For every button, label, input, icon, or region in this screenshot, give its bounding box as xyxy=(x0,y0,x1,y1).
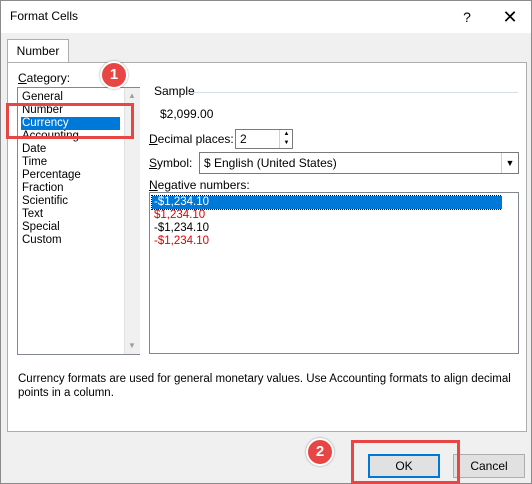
category-item-percentage[interactable]: Percentage xyxy=(21,169,120,182)
sample-value: $2,099.00 xyxy=(160,107,214,121)
cancel-button[interactable]: Cancel xyxy=(453,454,525,478)
negative-format-item[interactable]: $1,234.10 xyxy=(152,209,502,222)
spin-down-icon[interactable]: ▼ xyxy=(280,139,293,148)
currency-highlight-box xyxy=(6,103,134,139)
format-description: Currency formats are used for general mo… xyxy=(18,373,511,399)
category-item-special[interactable]: Special xyxy=(21,221,120,234)
symbol-value[interactable]: $ English (United States) xyxy=(204,156,337,170)
title-bar: Format Cells ? ✕ xyxy=(1,1,531,33)
decimal-places-spinner[interactable]: ▲ ▼ xyxy=(279,130,293,148)
format-cells-dialog: Format Cells ? ✕ Number Category: Genera… xyxy=(0,0,532,484)
scroll-down-icon[interactable]: ▼ xyxy=(128,341,136,350)
negative-format-item[interactable]: -$1,234.10 xyxy=(152,222,502,235)
negative-numbers-list[interactable]: -$1,234.10 $1,234.10 -$1,234.10 -$1,234.… xyxy=(149,192,519,354)
category-item-scientific[interactable]: Scientific xyxy=(21,195,120,208)
negative-numbers-scrollbar[interactable] xyxy=(502,193,517,353)
spin-up-icon[interactable]: ▲ xyxy=(280,130,293,139)
help-icon[interactable]: ? xyxy=(453,5,481,29)
sample-label: Sample xyxy=(154,84,195,98)
step-badge-2: 2 xyxy=(306,438,334,466)
chevron-down-icon[interactable]: ▼ xyxy=(501,153,518,173)
dialog-title: Format Cells xyxy=(10,9,79,23)
decimal-places-stepper[interactable]: 2 ▲ ▼ xyxy=(235,129,293,149)
category-item-text[interactable]: Text xyxy=(21,208,120,221)
ok-highlight-box xyxy=(351,440,460,484)
symbol-label: Symbol: xyxy=(149,156,193,170)
sample-divider xyxy=(188,92,518,93)
negative-format-item[interactable]: -$1,234.10 xyxy=(152,235,502,248)
decimal-places-label: Decimal places: xyxy=(149,132,234,146)
category-item-fraction[interactable]: Fraction xyxy=(21,182,120,195)
scroll-up-icon[interactable]: ▲ xyxy=(128,91,136,100)
step-badge-1: 1 xyxy=(100,61,128,89)
negative-format-item[interactable]: -$1,234.10 xyxy=(151,195,503,210)
category-item-date[interactable]: Date xyxy=(21,143,120,156)
tab-number[interactable]: Number xyxy=(7,39,69,64)
category-label: Category: xyxy=(18,71,71,85)
decimal-places-value[interactable]: 2 xyxy=(240,132,247,146)
symbol-select[interactable]: $ English (United States) ▼ xyxy=(199,152,519,174)
close-icon[interactable]: ✕ xyxy=(496,5,524,29)
category-item-custom[interactable]: Custom xyxy=(21,234,120,247)
category-item-time[interactable]: Time xyxy=(21,156,120,169)
negative-numbers-label: Negative numbers: xyxy=(149,178,250,192)
